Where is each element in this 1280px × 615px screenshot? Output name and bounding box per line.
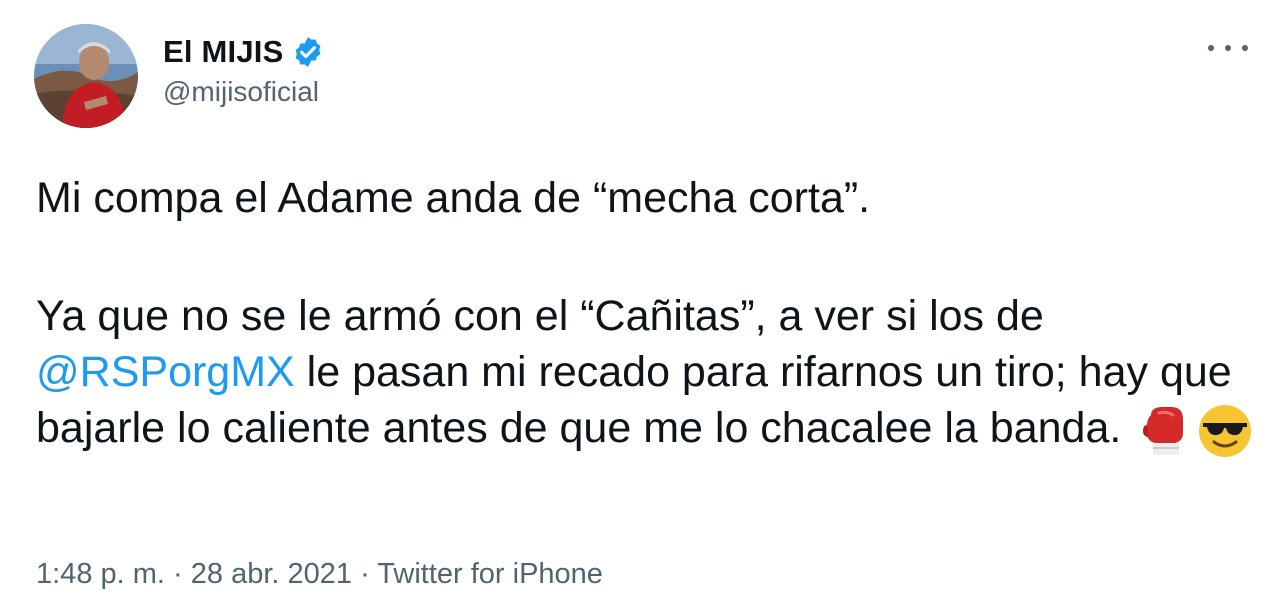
author-handle[interactable]: @mijisoficial xyxy=(163,76,319,108)
profile-photo xyxy=(34,24,138,128)
author-name-row[interactable]: El MIJIS xyxy=(163,32,325,72)
tweet-source[interactable]: Twitter for iPhone xyxy=(377,558,603,590)
tweet-metadata: 1:48 p. m. · 28 abr. 2021 · Twitter for … xyxy=(36,558,603,591)
boxing-glove-icon xyxy=(1143,406,1184,455)
tweet-paragraph-1: Mi compa el Adame anda de “mecha corta”. xyxy=(36,174,871,222)
verified-badge-icon xyxy=(296,37,321,67)
tweet-date[interactable]: 28 abr. 2021 xyxy=(191,558,352,590)
more-dot xyxy=(1242,45,1248,51)
display-name[interactable]: El MIJIS xyxy=(163,34,283,70)
avatar[interactable] xyxy=(34,24,138,128)
more-dot xyxy=(1208,45,1214,51)
more-options-icon[interactable] xyxy=(1208,34,1248,62)
mention-link[interactable]: @RSPorgMX xyxy=(36,348,295,396)
sunglasses-face-icon xyxy=(1199,404,1252,457)
meta-separator: · xyxy=(352,558,378,590)
tweet-time[interactable]: 1:48 p. m. xyxy=(36,558,165,590)
tweet-card: El MIJIS @mijisoficial Mi compa el Adame… xyxy=(0,0,1280,615)
tweet-text-segment: Ya que no se le armó con el “Cañitas”, a… xyxy=(36,292,1044,340)
tweet-paragraph-2: Ya que no se le armó con el “Cañitas”, a… xyxy=(36,288,1256,459)
more-dot xyxy=(1225,45,1231,51)
tweet-text: Mi compa el Adame anda de “mecha corta”.… xyxy=(36,170,1256,459)
meta-separator: · xyxy=(164,558,191,590)
